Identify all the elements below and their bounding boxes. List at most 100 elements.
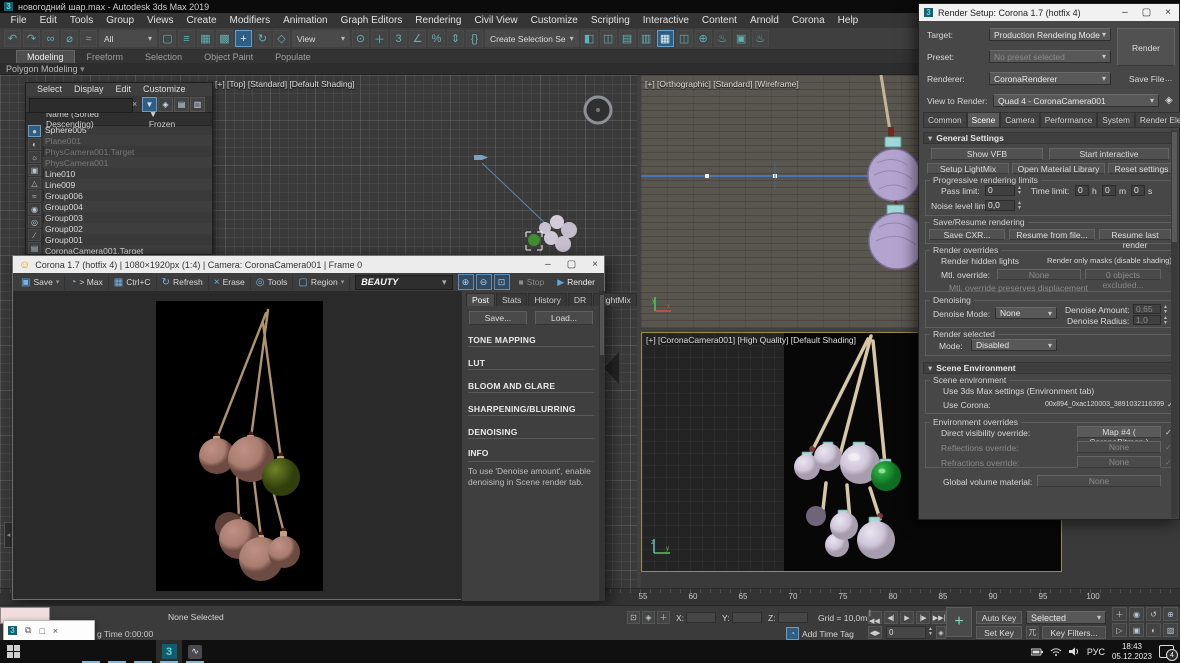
select-and-move-icon[interactable]: +	[235, 30, 252, 47]
vfb-tab[interactable]: Post	[466, 293, 495, 306]
viewport-top-label[interactable]: [+] [Top] [Standard] [Default Shading]	[215, 79, 355, 89]
go-to-end-button[interactable]: ▶▶|	[932, 611, 946, 624]
scene-object-row[interactable]: Group003	[43, 212, 212, 223]
select-object-icon[interactable]: ▢	[159, 30, 176, 47]
resume-last-render-button[interactable]: Resume last render	[1099, 229, 1171, 240]
vfb-section[interactable]: LUT	[468, 356, 594, 370]
next-frame-button[interactable]: |▶	[916, 611, 930, 624]
explorer-menu-item[interactable]: Customize	[138, 83, 191, 96]
denoise-amount-spinner[interactable]: ▲▼	[1162, 305, 1169, 315]
vfb-section[interactable]: TONE MAPPING	[468, 333, 594, 347]
general-settings-rollout[interactable]: General Settings	[923, 132, 1177, 144]
mirror-icon[interactable]: ◧	[581, 30, 598, 47]
pass-limit-field[interactable]: 0	[985, 185, 1015, 196]
schematic-view-icon[interactable]: ◫	[676, 30, 693, 47]
render-setup-tab[interactable]: Common	[923, 112, 967, 128]
display-geometry-icon[interactable]: ◐	[28, 138, 41, 150]
render-setup-icon[interactable]: ♨	[714, 30, 731, 47]
vfb-panel-collapse-arrow[interactable]	[604, 352, 619, 384]
menu-item[interactable]: Arnold	[743, 13, 785, 28]
noise-limit-field[interactable]: 0,0	[985, 200, 1015, 211]
vfb-save-settings-button[interactable]: Save...	[469, 311, 527, 325]
menu-item[interactable]: Help	[831, 13, 865, 28]
corona-env-map-value[interactable]: 00x894_0xac120003_3891032116399	[1045, 401, 1164, 408]
denoise-mode-combo[interactable]: None	[995, 307, 1057, 319]
menu-item[interactable]: Modifiers	[223, 13, 277, 28]
select-and-scale-icon[interactable]: ◇	[273, 30, 290, 47]
menu-item[interactable]: Edit	[33, 13, 63, 28]
scene-object-row[interactable]: Line010	[43, 168, 212, 179]
noise-limit-spinner[interactable]: ▲▼	[1016, 201, 1023, 211]
selection-filter-combo[interactable]: All	[99, 30, 157, 47]
key-filters-button[interactable]: Key Filters...	[1042, 626, 1106, 639]
vfb-zoom-in-button[interactable]: ⊕	[458, 274, 474, 290]
menu-item[interactable]: Animation	[277, 13, 334, 28]
vfb-tools-button[interactable]: ◎ Tools	[251, 275, 294, 290]
scene-object-row[interactable]: PhysCamera001	[43, 157, 212, 168]
render-production-icon[interactable]: ♨	[752, 30, 769, 47]
file-explorer-button[interactable]	[78, 640, 104, 663]
view-to-render-combo[interactable]: Quad 4 - CoronaCamera001	[993, 94, 1159, 107]
vfb-zoom-out-button[interactable]: ⊖	[476, 274, 492, 290]
render-pass-combo[interactable]: BEAUTY	[355, 275, 452, 290]
explorer-search-input[interactable]	[29, 98, 133, 113]
ribbon-toggle-icon[interactable]: ▥	[638, 30, 655, 47]
display-helpers-icon[interactable]: △	[28, 177, 41, 189]
scene-object-row[interactable]: Line009	[43, 179, 212, 190]
ribbon-tab[interactable]: Freeform	[77, 51, 134, 63]
redo-icon[interactable]: ↷	[23, 30, 40, 47]
display-lights-icon[interactable]: ☼	[28, 151, 41, 163]
vfb-section[interactable]: SHARPENING/BLURRING	[468, 402, 594, 416]
browse-dots[interactable]: ...	[1165, 73, 1172, 83]
walk-through-icon[interactable]: ◐	[1146, 623, 1161, 637]
ribbon-tab[interactable]: Selection	[135, 51, 192, 63]
set-key-button[interactable]: Set Key	[976, 626, 1022, 639]
viewport-camera-label[interactable]: [+] [CoronaCamera001] [High Quality] [De…	[646, 335, 856, 345]
menu-item[interactable]: Create	[180, 13, 223, 28]
render-setup-tab[interactable]: Camera	[1000, 112, 1040, 128]
vfb-section[interactable]: BLOOM AND GLARE	[468, 379, 594, 393]
menu-item[interactable]: Corona	[785, 13, 831, 28]
play-button[interactable]: ▶	[900, 611, 914, 624]
save-cxr-button[interactable]: Save CXR...	[929, 229, 1005, 240]
explorer-menu-item[interactable]: Display	[69, 83, 109, 96]
menu-item[interactable]: Views	[141, 13, 181, 28]
zoom-extents-icon[interactable]: ⊕	[1163, 607, 1178, 621]
reflections-none-button[interactable]: None	[1077, 441, 1161, 453]
select-and-link-icon[interactable]: ∞	[42, 30, 59, 47]
maxscript-icon[interactable]: {}	[466, 30, 483, 47]
z-coordinate-field[interactable]	[778, 612, 808, 623]
render-setup-tab[interactable]: System	[1097, 112, 1135, 128]
field-of-view-icon[interactable]: ▣	[1129, 623, 1144, 637]
objects-excluded-button[interactable]: 0 objects excluded...	[1085, 269, 1161, 280]
language-indicator[interactable]: РУС	[1087, 647, 1105, 657]
expand-all-icon[interactable]: ▤	[174, 97, 189, 112]
ribbon-tab[interactable]: Object Paint	[194, 51, 263, 63]
vfb-section[interactable]: DENOISING	[468, 425, 594, 439]
go-to-start-button[interactable]: |◀◀	[868, 611, 882, 624]
clear-search-icon[interactable]: ×	[132, 99, 137, 109]
material-editor-icon[interactable]: ⊕	[695, 30, 712, 47]
menu-item[interactable]: Tools	[63, 13, 99, 28]
selection-set-combo[interactable]: Selected	[1026, 611, 1106, 624]
vfb-tab[interactable]: DR	[568, 293, 592, 306]
zoom-region-icon[interactable]: ▷	[1112, 623, 1127, 637]
maximize-icon[interactable]: ▢	[567, 259, 576, 270]
time-s-field[interactable]: 0	[1131, 185, 1145, 196]
search-button[interactable]	[26, 640, 52, 663]
selection-lock-icon[interactable]: ◈	[642, 611, 655, 624]
close-icon[interactable]: ×	[1165, 7, 1171, 18]
current-frame-field[interactable]	[886, 626, 926, 639]
minimize-icon[interactable]: –	[545, 259, 551, 270]
menu-item[interactable]: File	[4, 13, 33, 28]
collapse-all-icon[interactable]: ▥	[190, 97, 205, 112]
scene-object-row[interactable]: Group006	[43, 190, 212, 201]
snaps-toggle-icon[interactable]: 3	[390, 30, 407, 47]
isolate-selection-icon[interactable]: ⊡	[627, 611, 640, 624]
task-view-button[interactable]	[52, 640, 78, 663]
zoom-icon[interactable]: ◉	[1129, 607, 1144, 621]
pass-limit-spinner[interactable]: ▲▼	[1016, 186, 1023, 196]
menu-item[interactable]: Customize	[524, 13, 584, 28]
reset-settings-button[interactable]: Reset settings	[1108, 163, 1175, 174]
refractions-none-button[interactable]: None	[1077, 456, 1161, 468]
